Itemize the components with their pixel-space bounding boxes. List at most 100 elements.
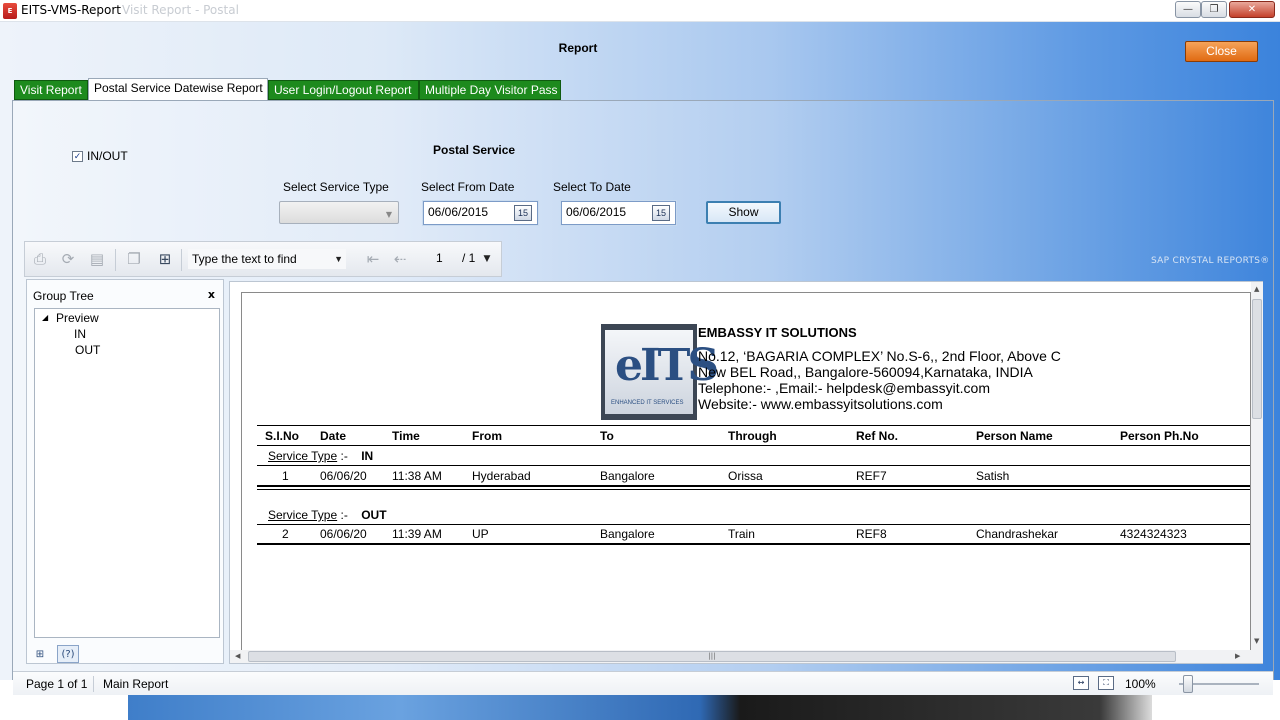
chevron-down-icon[interactable]: ▼ <box>334 249 343 269</box>
chevron-down-icon[interactable]: ▼ <box>477 250 497 268</box>
chevron-down-icon: ▼ <box>385 210 392 219</box>
company-website: Website:- www.embassyitsolutions.com <box>698 396 943 412</box>
toolbar-separator <box>115 249 116 271</box>
table-cell: 06/06/20 <box>320 469 367 483</box>
previous-page-icon[interactable]: ⇠ <box>390 250 410 268</box>
first-page-icon[interactable]: ⇤ <box>363 250 383 268</box>
horizontal-scroll-thumb[interactable]: ||| <box>248 651 1176 662</box>
table-cell: 06/06/20 <box>320 527 367 541</box>
vertical-scrollbar[interactable]: ▲ ▼ <box>1251 282 1263 663</box>
section-title: Postal Service <box>433 143 516 157</box>
close-button[interactable]: Close <box>1185 41 1258 62</box>
group-tree-close-icon[interactable]: x <box>208 288 215 301</box>
expand-triangle-icon[interactable]: ◢ <box>42 313 48 322</box>
tab-multiple-day-visitor-pass[interactable]: Multiple Day Visitor Pass <box>419 80 561 100</box>
show-button[interactable]: Show <box>706 201 781 224</box>
logo-subtitle: ENHANCED IT SERVICES <box>611 400 684 406</box>
copy-icon[interactable]: ❐ <box>124 250 144 268</box>
to-date-value: 06/06/2015 <box>566 205 627 219</box>
company-name: EMBASSY IT SOLUTIONS <box>698 325 857 340</box>
report-page: eITS ENHANCED IT SERVICES EMBASSY IT SOL… <box>241 292 1251 652</box>
group-tree-icon[interactable]: ⊞ <box>29 645 51 663</box>
table-cell: Satish <box>976 469 1010 483</box>
scroll-down-icon[interactable]: ▼ <box>1254 637 1259 645</box>
company-logo: eITS ENHANCED IT SERVICES <box>601 324 719 420</box>
title-bar: E EITS-VMS-Report Visit Report - Postal … <box>0 0 1280 22</box>
table-rule <box>257 465 1250 466</box>
status-separator <box>93 676 94 692</box>
column-header: From <box>472 429 502 443</box>
horizontal-scrollbar[interactable]: ◀ ||| ▶ <box>230 650 1251 663</box>
inout-label: IN/OUT <box>87 149 128 163</box>
column-header: Person Ph.No <box>1120 429 1199 443</box>
table-cell: Chandrashekar <box>976 527 1059 541</box>
tab-postal-service-datewise-report[interactable]: Postal Service Datewise Report <box>88 78 268 100</box>
report-viewer: eITS ENHANCED IT SERVICES EMBASSY IT SOL… <box>229 281 1263 664</box>
tree-item-out[interactable]: OUT <box>75 343 100 357</box>
window-title-ghost: Visit Report - Postal <box>122 3 239 17</box>
table-cell: 4324324323 <box>1120 527 1187 541</box>
window-title: EITS-VMS-Report <box>21 3 121 17</box>
scroll-up-icon[interactable]: ▲ <box>1254 285 1259 293</box>
status-bar: Page 1 of 1 Main Report ↔ ⛶ 100% <box>13 671 1273 695</box>
group-header-in: Service Type :- IN <box>268 449 374 463</box>
to-date-label: Select To Date <box>553 180 631 194</box>
table-cell: Hyderabad <box>472 469 531 483</box>
table-cell: Bangalore <box>600 469 655 483</box>
page-total: / 1 <box>462 251 476 265</box>
parameters-icon[interactable]: (?) <box>57 645 79 663</box>
page-title: Report <box>558 41 598 55</box>
refresh-icon[interactable]: ⟳ <box>58 250 78 268</box>
table-cell: Train <box>728 527 755 541</box>
column-header: Person Name <box>976 429 1053 443</box>
from-date-picker[interactable]: 06/06/2015 15 <box>423 201 538 225</box>
checkbox-check-icon[interactable]: ✓ <box>72 150 83 162</box>
inout-checkbox[interactable]: ✓ IN/OUT <box>72 149 128 163</box>
zoom-slider-thumb[interactable] <box>1183 675 1193 693</box>
status-report: Main Report <box>103 677 169 691</box>
from-date-value: 06/06/2015 <box>428 205 489 219</box>
calendar-icon[interactable]: 15 <box>514 205 532 221</box>
table-cell: REF8 <box>856 527 887 541</box>
company-address-line1: No.12, ‘BAGARIA COMPLEX’ No.S-6,, 2nd Fl… <box>698 348 1061 364</box>
vertical-scroll-thumb[interactable] <box>1252 299 1262 419</box>
tab-panel: ✓ IN/OUT Postal Service Select Service T… <box>12 100 1274 695</box>
find-input[interactable]: Type the text to find ▼ <box>188 249 346 269</box>
table-rule <box>257 485 1250 487</box>
tree-item-in[interactable]: IN <box>74 327 86 341</box>
export-icon[interactable]: ▤ <box>87 250 107 268</box>
service-type-label: Select Service Type <box>283 180 389 194</box>
column-header: Date <box>320 429 347 443</box>
print-icon[interactable]: ⎙ <box>30 250 50 268</box>
table-cell: 2 <box>282 527 289 541</box>
tab-user-login-logout-report[interactable]: User Login/Logout Report <box>268 80 419 100</box>
company-contact: Telephone:- ,Email:- helpdesk@embassyit.… <box>698 380 991 396</box>
fit-width-icon[interactable]: ↔ <box>1073 676 1089 690</box>
to-date-picker[interactable]: 06/06/2015 15 <box>561 201 676 225</box>
table-cell: Orissa <box>728 469 763 483</box>
table-rule <box>257 445 1250 446</box>
column-header: To <box>600 429 614 443</box>
fit-page-icon[interactable]: ⛶ <box>1098 676 1114 690</box>
table-rule <box>257 489 1250 490</box>
minimize-button[interactable]: — <box>1175 1 1201 18</box>
toolbar-separator <box>181 249 182 271</box>
tab-visit-report[interactable]: Visit Report <box>14 80 88 100</box>
sap-crystal-logo: SAP CRYSTAL REPORTS® <box>1151 256 1270 266</box>
window-close-button[interactable]: ✕ <box>1229 1 1275 18</box>
scroll-right-icon[interactable]: ▶ <box>1235 652 1240 660</box>
company-address-line2: New BEL Road,, Bangalore-560094,Karnatak… <box>698 364 1033 380</box>
service-type-select[interactable]: ▼ <box>279 201 399 224</box>
table-cell: 11:39 AM <box>392 527 442 541</box>
maximize-button[interactable]: ❐ <box>1201 1 1227 18</box>
page-number-input[interactable]: 1 <box>436 251 443 265</box>
status-page: Page 1 of 1 <box>26 677 88 691</box>
calendar-icon[interactable]: 15 <box>652 205 670 221</box>
column-header: S.I.No <box>265 429 300 443</box>
table-cell: UP <box>472 527 489 541</box>
scroll-left-icon[interactable]: ◀ <box>235 652 240 660</box>
tree-item-preview[interactable]: Preview <box>56 311 99 325</box>
group-tree-toggle-icon[interactable]: ⊞ <box>155 250 175 268</box>
report-window: E EITS-VMS-Report Visit Report - Postal … <box>0 0 1280 695</box>
group-tree-title: Group Tree <box>33 289 94 303</box>
